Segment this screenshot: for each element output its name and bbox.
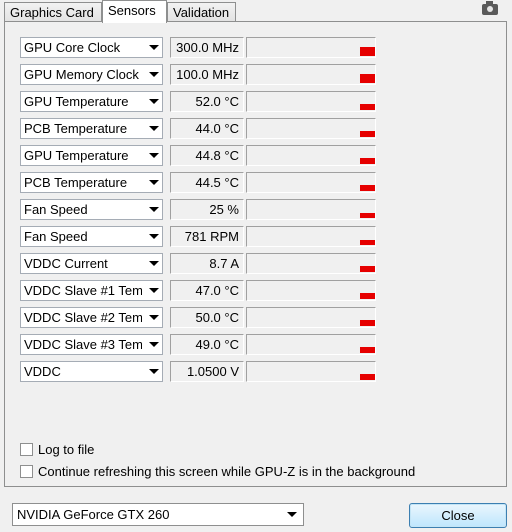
sensor-graph-bar <box>360 47 375 56</box>
sensor-value: 44.0 °C <box>170 118 244 139</box>
chevron-down-icon <box>149 45 159 50</box>
chevron-down-icon <box>149 72 159 77</box>
sensor-value: 300.0 MHz <box>170 37 244 58</box>
chevron-down-icon <box>149 315 159 320</box>
sensor-name-dropdown[interactable]: GPU Temperature <box>20 145 163 166</box>
sensor-name: GPU Temperature <box>24 148 129 163</box>
sensor-value: 47.0 °C <box>170 280 244 301</box>
sensor-graph-bar <box>360 320 375 326</box>
sensor-name: VDDC Current <box>24 256 108 271</box>
sensor-name-dropdown[interactable]: PCB Temperature <box>20 118 163 139</box>
sensor-name-dropdown[interactable]: Fan Speed <box>20 226 163 247</box>
sensor-value: 49.0 °C <box>170 334 244 355</box>
sensor-value: 8.7 A <box>170 253 244 274</box>
gpu-select-value: NVIDIA GeForce GTX 260 <box>17 507 170 522</box>
sensor-name: PCB Temperature <box>24 175 128 190</box>
sensor-name: VDDC Slave #2 Tem… <box>24 310 142 325</box>
tab-sensors[interactable]: Sensors <box>102 0 167 23</box>
sensor-name: PCB Temperature <box>24 121 128 136</box>
sensor-graph <box>246 37 376 58</box>
tab-validation[interactable]: Validation <box>167 2 236 21</box>
sensor-name-dropdown[interactable]: GPU Memory Clock <box>20 64 163 85</box>
sensor-graph <box>246 199 376 220</box>
sensor-graph <box>246 145 376 166</box>
sensor-graph-bar <box>360 374 375 380</box>
sensor-graph-bar <box>360 347 375 353</box>
sensor-name-dropdown[interactable]: VDDC Slave #2 Tem… <box>20 307 163 328</box>
sensor-name: GPU Memory Clock <box>24 67 139 82</box>
sensor-name: Fan Speed <box>24 229 88 244</box>
chevron-down-icon <box>149 288 159 293</box>
sensor-name-dropdown[interactable]: VDDC Slave #1 Tem… <box>20 280 163 301</box>
sensor-name: GPU Temperature <box>24 94 129 109</box>
sensor-graph <box>246 91 376 112</box>
sensor-graph-bar <box>360 185 375 191</box>
sensor-name-dropdown[interactable]: GPU Core Clock <box>20 37 163 58</box>
chevron-down-icon <box>149 180 159 185</box>
sensor-name-dropdown[interactable]: VDDC <box>20 361 163 382</box>
chevron-down-icon <box>149 99 159 104</box>
sensor-name: Fan Speed <box>24 202 88 217</box>
sensor-graph-bar <box>360 266 375 272</box>
sensor-value: 44.5 °C <box>170 172 244 193</box>
sensor-name: GPU Core Clock <box>24 40 121 55</box>
sensor-value: 52.0 °C <box>170 91 244 112</box>
sensor-graph <box>246 172 376 193</box>
sensor-graph <box>246 253 376 274</box>
sensor-value: 781 RPM <box>170 226 244 247</box>
sensor-value: 1.0500 V <box>170 361 244 382</box>
gpu-select[interactable]: NVIDIA GeForce GTX 260 <box>12 503 304 526</box>
sensor-name-dropdown[interactable]: VDDC Current <box>20 253 163 274</box>
chevron-down-icon <box>149 207 159 212</box>
sensor-graph <box>246 118 376 139</box>
chevron-down-icon <box>149 234 159 239</box>
chevron-down-icon <box>287 512 297 517</box>
log-to-file-label[interactable]: Log to file <box>38 442 94 458</box>
sensor-graph-bar <box>360 293 375 299</box>
log-to-file-checkbox[interactable] <box>20 443 33 456</box>
sensor-graph-bar <box>360 213 375 218</box>
sensor-graph <box>246 307 376 328</box>
sensor-value: 50.0 °C <box>170 307 244 328</box>
chevron-down-icon <box>149 369 159 374</box>
tab-graphics-card[interactable]: Graphics Card <box>4 2 102 21</box>
continue-refreshing-label[interactable]: Continue refreshing this screen while GP… <box>38 464 415 480</box>
camera-icon[interactable] <box>482 1 498 15</box>
sensor-value: 100.0 MHz <box>170 64 244 85</box>
close-button[interactable]: Close <box>409 503 507 528</box>
sensor-name: VDDC <box>24 364 61 379</box>
sensor-name: VDDC Slave #3 Tem… <box>24 337 142 352</box>
tab-strip: Graphics Card Sensors Validation <box>0 0 512 23</box>
sensor-name: VDDC Slave #1 Tem… <box>24 283 142 298</box>
sensor-graph-bar <box>360 240 375 245</box>
sensor-graph-bar <box>360 131 375 137</box>
continue-refreshing-checkbox[interactable] <box>20 465 33 478</box>
sensor-graph-bar <box>360 104 375 110</box>
chevron-down-icon <box>149 153 159 158</box>
sensor-graph <box>246 334 376 355</box>
sensor-value: 25 % <box>170 199 244 220</box>
chevron-down-icon <box>149 126 159 131</box>
chevron-down-icon <box>149 342 159 347</box>
chevron-down-icon <box>149 261 159 266</box>
sensors-panel: GPU Core Clock 300.0 MHz GPU Memory Clock 1… <box>4 21 507 487</box>
sensor-name-dropdown[interactable]: PCB Temperature <box>20 172 163 193</box>
sensor-graph-bar <box>360 158 375 164</box>
sensor-graph <box>246 64 376 85</box>
sensor-name-dropdown[interactable]: VDDC Slave #3 Tem… <box>20 334 163 355</box>
sensor-graph <box>246 226 376 247</box>
sensor-graph-bar <box>360 74 375 83</box>
sensor-value: 44.8 °C <box>170 145 244 166</box>
sensor-graph <box>246 280 376 301</box>
sensor-name-dropdown[interactable]: GPU Temperature <box>20 91 163 112</box>
sensor-name-dropdown[interactable]: Fan Speed <box>20 199 163 220</box>
sensor-graph <box>246 361 376 382</box>
